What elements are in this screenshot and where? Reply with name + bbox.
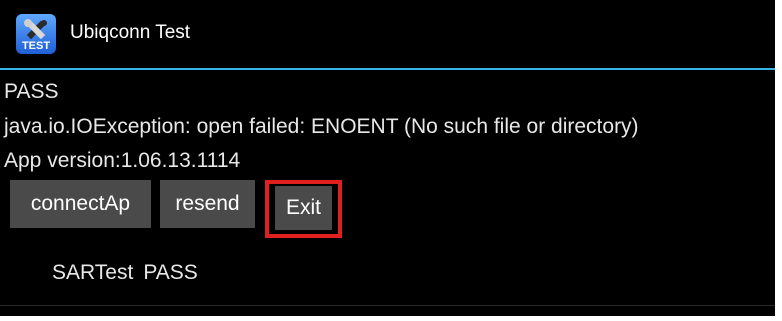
title-bar: TEST Ubiqconn Test [0,0,775,68]
error-message: java.io.IOException: open failed: ENOENT… [4,115,639,138]
title-divider [0,68,775,70]
app-version: App version:1.06.13.1114 [4,149,241,172]
app-icon-label: TEST [21,40,51,52]
exit-button[interactable]: Exit [275,186,332,230]
test-name: SARTest [52,261,134,284]
status-text: PASS [4,80,59,103]
app-title: Ubiqconn Test [70,22,191,43]
test-status: PASS [143,261,198,284]
bottom-divider [0,305,775,306]
app-screen: TEST Ubiqconn Test PASS java.io.IOExcept… [0,0,775,316]
exit-highlight-box: Exit [265,180,342,238]
test-result-row: SARTest PASS [52,260,208,286]
tools-test-icon: TEST [16,14,56,54]
connect-ap-button[interactable]: connectAp [10,180,151,228]
resend-button[interactable]: resend [160,180,255,228]
